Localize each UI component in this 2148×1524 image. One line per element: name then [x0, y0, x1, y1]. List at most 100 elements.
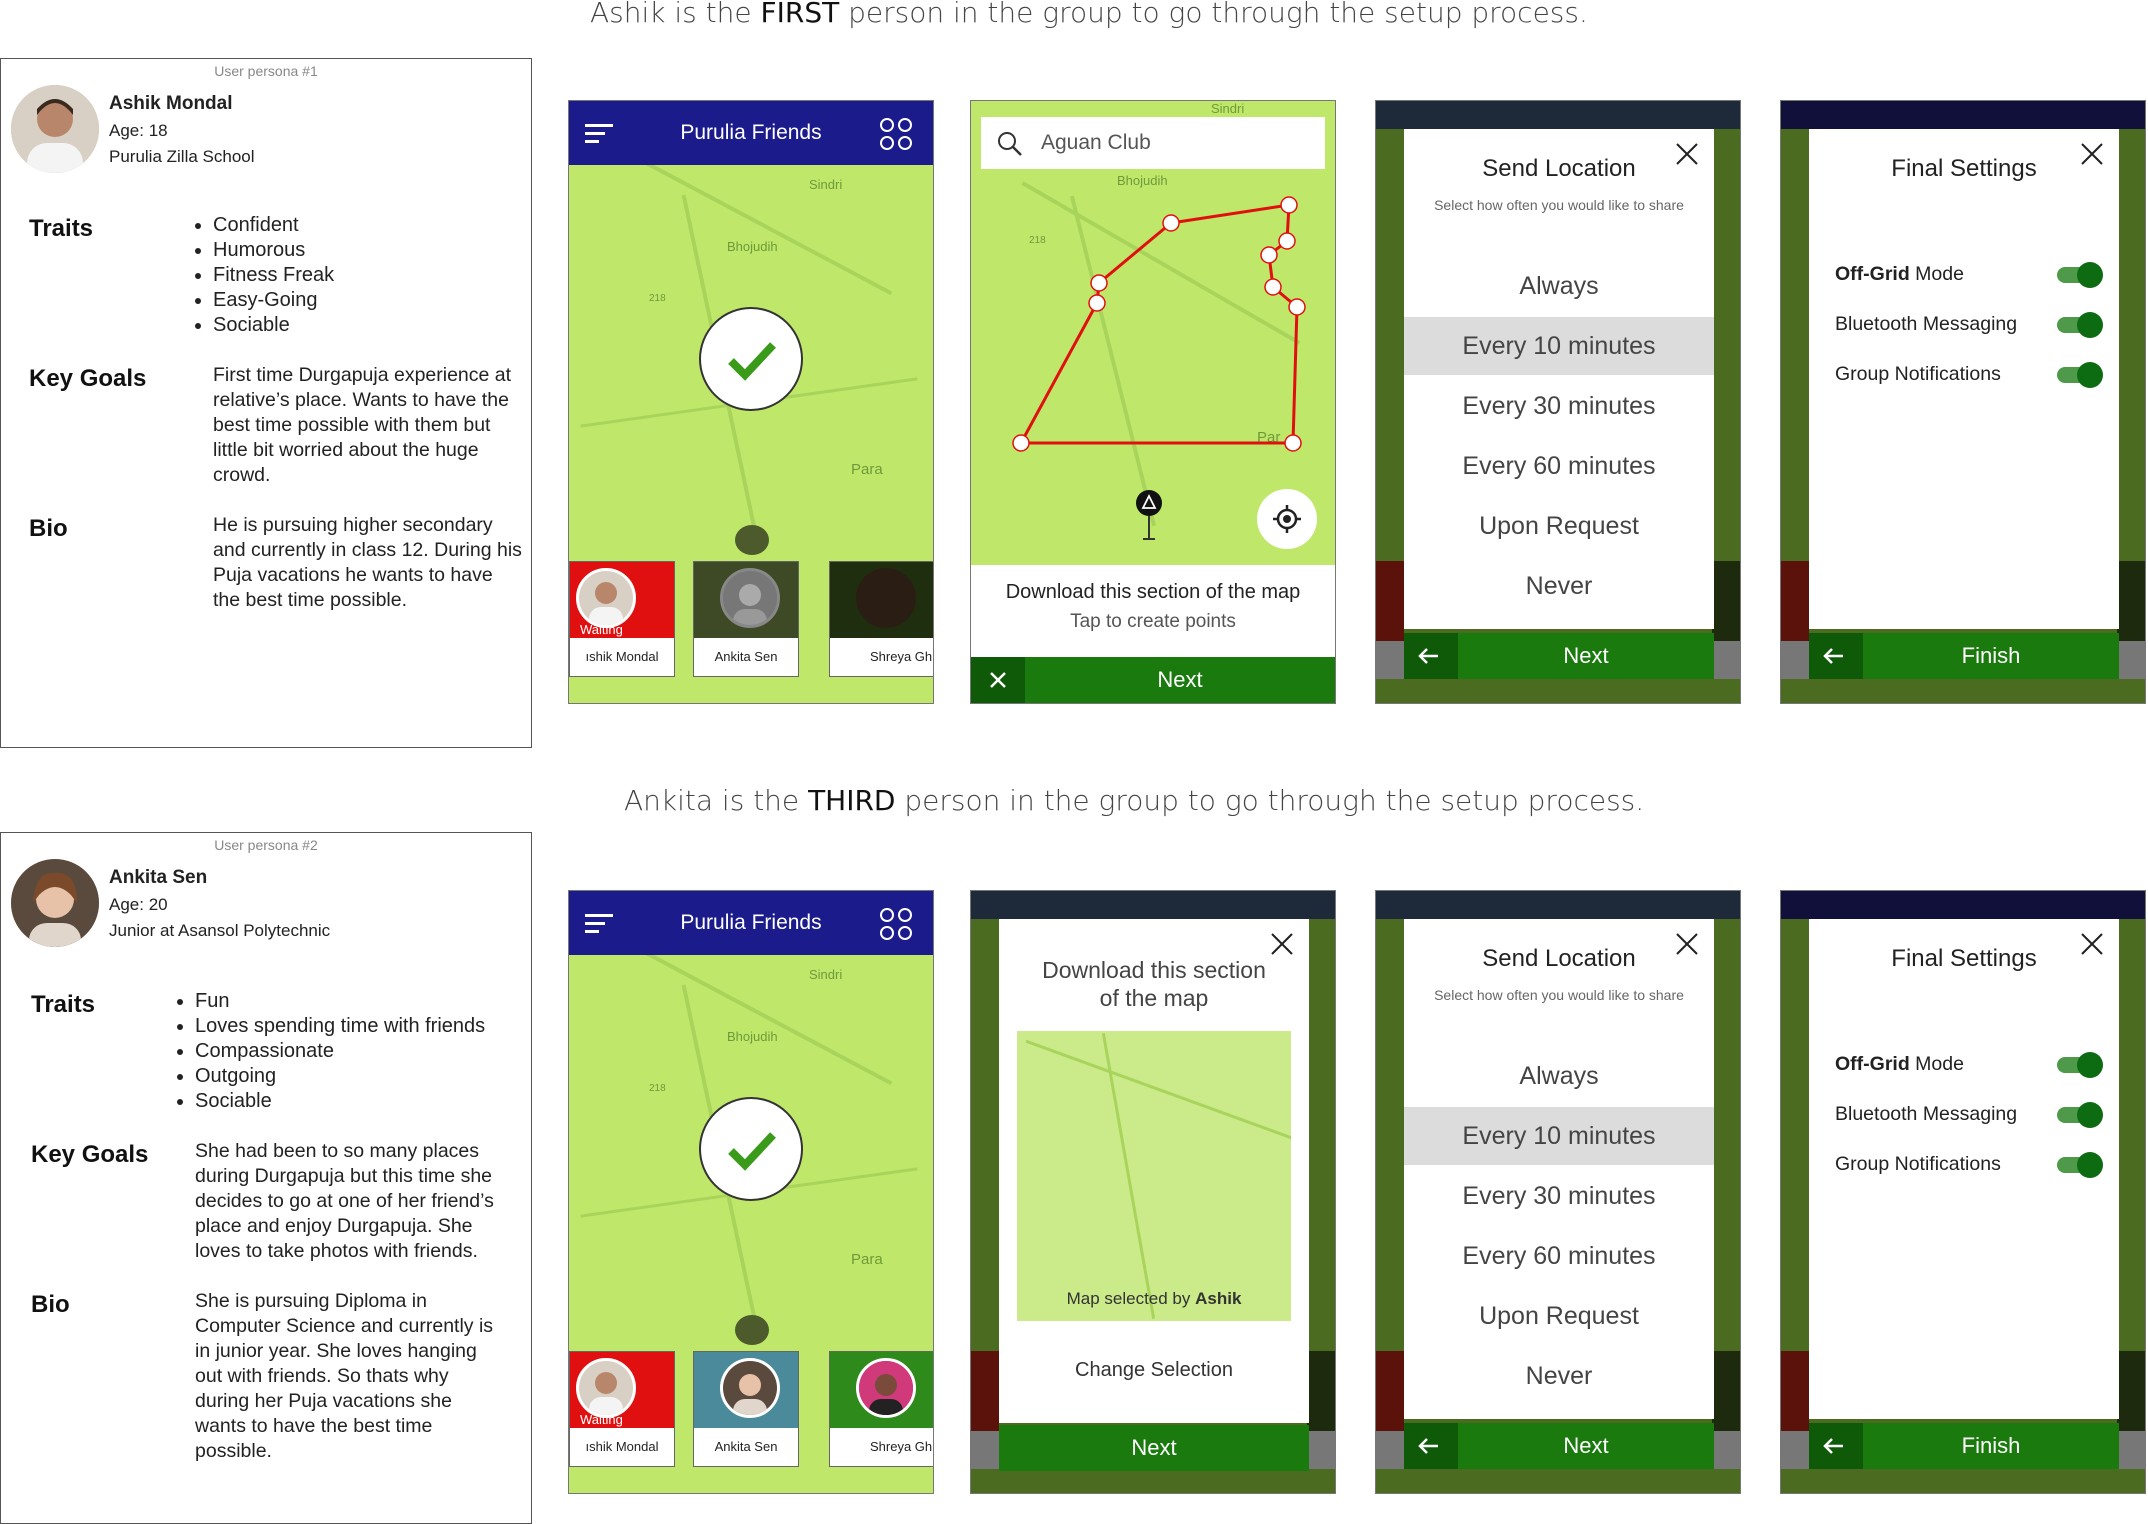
option-every-10[interactable]: Every 10 minutes	[1404, 317, 1714, 375]
toggle-notifications[interactable]	[2057, 362, 2103, 388]
waiting-label: Waiting	[580, 1412, 623, 1427]
option-never[interactable]: Never	[1404, 557, 1714, 615]
finish-button[interactable]: Finish	[1809, 633, 2119, 679]
map-select-screen: Sindri Bhojudih 218 Par Aguan Club Downl…	[970, 100, 1336, 704]
member-card[interactable]: Waiting ıshik Mondal	[569, 1351, 675, 1467]
map-download-screen: Download this section of the map Map sel…	[970, 890, 1336, 1494]
group-screen: Sindri Bhojudih 218 Para Purulia Friends…	[568, 100, 934, 704]
persona-age: Age: 20	[109, 895, 168, 914]
member-card[interactable]: Ankita Sen	[693, 1351, 799, 1467]
check-icon	[728, 342, 776, 381]
list-item: Fitness Freak	[213, 263, 334, 288]
member-name: Ankita Sen	[694, 638, 798, 676]
next-button[interactable]: Next	[999, 1425, 1309, 1471]
check-icon	[728, 1132, 776, 1171]
my-location-button[interactable]	[1257, 489, 1317, 549]
send-location-screen-2: Send Location Select how often you would…	[1375, 890, 1741, 1494]
option-every-30[interactable]: Every 30 minutes	[1404, 377, 1714, 435]
member-card[interactable]: Ankita Sen	[693, 561, 799, 677]
waiting-label: Waiting	[580, 622, 623, 637]
close-icon[interactable]	[1674, 141, 1700, 167]
next-button[interactable]: Next	[1404, 633, 1714, 679]
close-icon[interactable]	[2079, 141, 2105, 167]
next-button[interactable]: Next	[971, 657, 1335, 703]
instruction-panel: Download this section of the map Tap to …	[971, 565, 1335, 657]
setting-bluetooth: Bluetooth Messaging	[1835, 1103, 2018, 1125]
persona-school: Purulia Zilla School	[109, 147, 255, 166]
setting-off-grid: Off-Grid Mode	[1835, 263, 1964, 285]
back-button[interactable]	[1809, 1423, 1863, 1469]
member-card[interactable]: Shreya Gh	[829, 561, 933, 677]
dialog-title: Final Settings	[1891, 945, 2037, 972]
apps-grid-icon[interactable]	[879, 117, 915, 151]
toggle-off-grid[interactable]	[2057, 262, 2103, 288]
list-item: Compassionate	[195, 1039, 485, 1064]
setting-off-grid: Off-Grid Mode	[1835, 1053, 1964, 1075]
list-item: Fun	[195, 989, 485, 1014]
final-settings-screen-2: Final Settings Off-Grid Mode Bluetooth M…	[1780, 890, 2146, 1494]
dialog-subtitle: Select how often you would like to share	[1434, 987, 1684, 1003]
traits-list: Confident Humorous Fitness Freak Easy-Go…	[191, 213, 334, 338]
dialog-title: Send Location	[1482, 945, 1636, 972]
option-upon-request[interactable]: Upon Request	[1404, 497, 1714, 555]
final-settings-dialog: Final Settings Off-Grid Mode Bluetooth M…	[1809, 129, 2119, 629]
toggle-notifications[interactable]	[2057, 1152, 2103, 1178]
member-name: Ankita Sen	[694, 1428, 798, 1466]
traits-label: Traits	[29, 215, 94, 242]
option-always[interactable]: Always	[1404, 1047, 1714, 1105]
list-item: Easy-Going	[213, 288, 334, 313]
member-card[interactable]: Shreya Gh	[829, 1351, 933, 1467]
next-button[interactable]: Next	[1404, 1423, 1714, 1469]
route-polygon[interactable]	[971, 101, 1336, 521]
avatar	[576, 1358, 636, 1418]
avatar	[11, 859, 99, 947]
persona-card-ashik: User persona #1 Ashik Mondal Age: 18 Pur…	[0, 58, 532, 748]
location-dot	[735, 525, 769, 555]
send-location-screen: Send Location Select how often you would…	[1375, 100, 1741, 704]
avatar	[720, 1358, 780, 1418]
option-upon-request[interactable]: Upon Request	[1404, 1287, 1714, 1345]
close-icon	[990, 672, 1006, 688]
close-icon[interactable]	[2079, 931, 2105, 957]
row2-heading: Ankita is the THIRD person in the group …	[624, 784, 1645, 817]
option-every-10[interactable]: Every 10 minutes	[1404, 1107, 1714, 1165]
back-button[interactable]	[1404, 633, 1458, 679]
avatar	[11, 85, 99, 173]
avatar	[720, 568, 780, 628]
finish-button[interactable]: Finish	[1809, 1423, 2119, 1469]
dialog-title-line2: of the map	[1099, 985, 1209, 1011]
option-never[interactable]: Never	[1404, 1347, 1714, 1405]
cancel-button[interactable]	[971, 657, 1025, 703]
option-every-30[interactable]: Every 30 minutes	[1404, 1167, 1714, 1225]
send-location-dialog: Send Location Select how often you would…	[1404, 919, 1714, 1419]
apps-grid-icon[interactable]	[879, 907, 915, 941]
member-name: Shreya Gh	[830, 638, 933, 676]
list-item: Sociable	[213, 313, 334, 338]
close-icon[interactable]	[1269, 931, 1295, 957]
option-every-60[interactable]: Every 60 minutes	[1404, 437, 1714, 495]
back-button[interactable]	[1809, 633, 1863, 679]
avatar	[576, 568, 636, 628]
back-arrow-icon	[1823, 1438, 1843, 1454]
send-location-dialog: Send Location Select how often you would…	[1404, 129, 1714, 629]
persona-card-ankita: User persona #2 Ankita Sen Age: 20 Junio…	[0, 832, 532, 1524]
toggle-bluetooth[interactable]	[2057, 1102, 2103, 1128]
toggle-bluetooth[interactable]	[2057, 312, 2103, 338]
list-item: Outgoing	[195, 1064, 485, 1089]
final-settings-dialog: Final Settings Off-Grid Mode Bluetooth M…	[1809, 919, 2119, 1419]
back-arrow-icon	[1418, 1438, 1438, 1454]
list-item: Sociable	[195, 1089, 485, 1114]
back-button[interactable]	[1404, 1423, 1458, 1469]
dialog-title: Final Settings	[1891, 155, 2037, 182]
change-selection-link[interactable]: Change Selection	[999, 1359, 1309, 1382]
bio-label: Bio	[29, 515, 68, 542]
member-card[interactable]: Waiting ıshik Mondal	[569, 561, 675, 677]
done-check	[699, 307, 803, 411]
compass-pin-icon	[1136, 490, 1162, 540]
close-icon[interactable]	[1674, 931, 1700, 957]
toggle-off-grid[interactable]	[2057, 1052, 2103, 1078]
bio-text: He is pursuing higher secondary and curr…	[213, 514, 522, 611]
option-always[interactable]: Always	[1404, 257, 1714, 315]
member-name: Shreya Gh	[830, 1428, 933, 1466]
option-every-60[interactable]: Every 60 minutes	[1404, 1227, 1714, 1285]
